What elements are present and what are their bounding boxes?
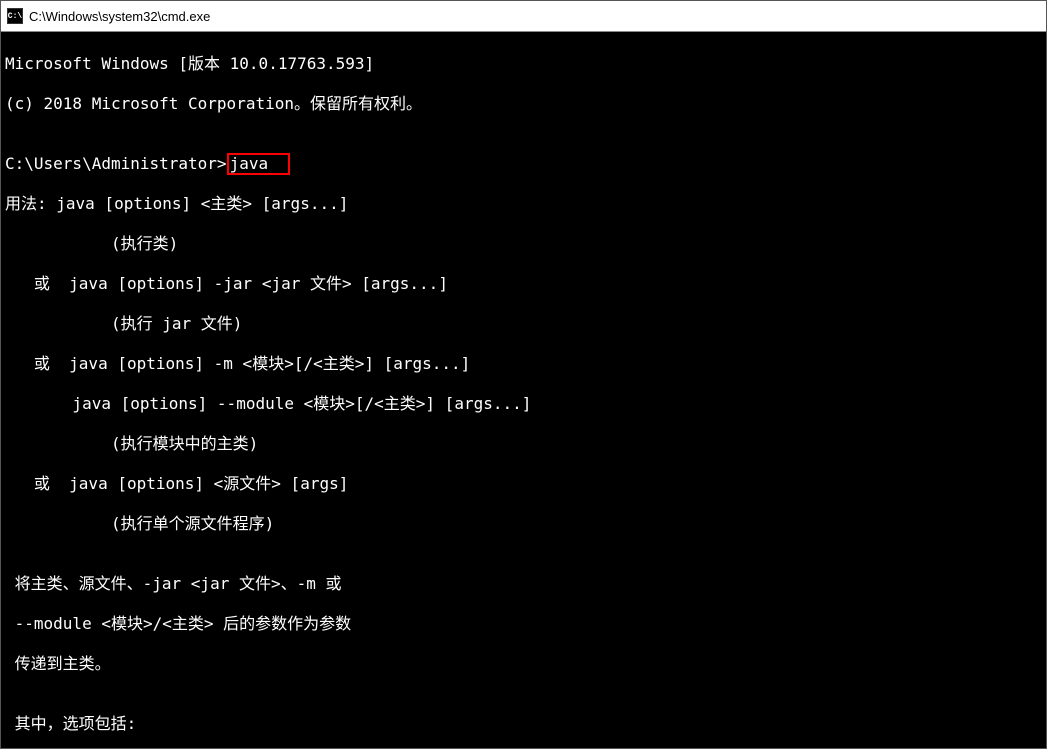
cmd-icon: C:\	[7, 8, 23, 24]
titlebar[interactable]: C:\ C:\Windows\system32\cmd.exe	[1, 1, 1046, 32]
output-line: 传递到主类。	[5, 654, 1042, 674]
output-line: 或 java [options] <源文件> [args]	[5, 474, 1042, 494]
output-line: 或 java [options] -m <模块>[/<主类>] [args...…	[5, 354, 1042, 374]
prompt-line: C:\Users\Administrator>java	[5, 154, 1042, 174]
command-text: java	[230, 154, 269, 173]
banner-line-2: (c) 2018 Microsoft Corporation。保留所有权利。	[5, 94, 1042, 114]
cmd-icon-label: C:\	[8, 12, 22, 21]
output-line: (执行单个源文件程序)	[5, 514, 1042, 534]
cmd-window: C:\ C:\Windows\system32\cmd.exe Microsof…	[0, 0, 1047, 749]
output-line: 用法: java [options] <主类> [args...]	[5, 194, 1042, 214]
banner-line-1: Microsoft Windows [版本 10.0.17763.593]	[5, 54, 1042, 74]
output-line: (执行模块中的主类)	[5, 434, 1042, 454]
output-line: java [options] --module <模块>[/<主类>] [arg…	[5, 394, 1042, 414]
command-highlight: java	[227, 153, 291, 175]
prompt-text: C:\Users\Administrator>	[5, 154, 227, 173]
output-line: 其中，选项包括:	[5, 714, 1042, 734]
output-line: --module <模块>/<主类> 后的参数作为参数	[5, 614, 1042, 634]
output-line: 或 java [options] -jar <jar 文件> [args...]	[5, 274, 1042, 294]
output-line: (执行类)	[5, 234, 1042, 254]
output-line: 将主类、源文件、-jar <jar 文件>、-m 或	[5, 574, 1042, 594]
window-title: C:\Windows\system32\cmd.exe	[29, 9, 210, 24]
output-line: (执行 jar 文件)	[5, 314, 1042, 334]
terminal-output[interactable]: Microsoft Windows [版本 10.0.17763.593] (c…	[1, 32, 1046, 748]
